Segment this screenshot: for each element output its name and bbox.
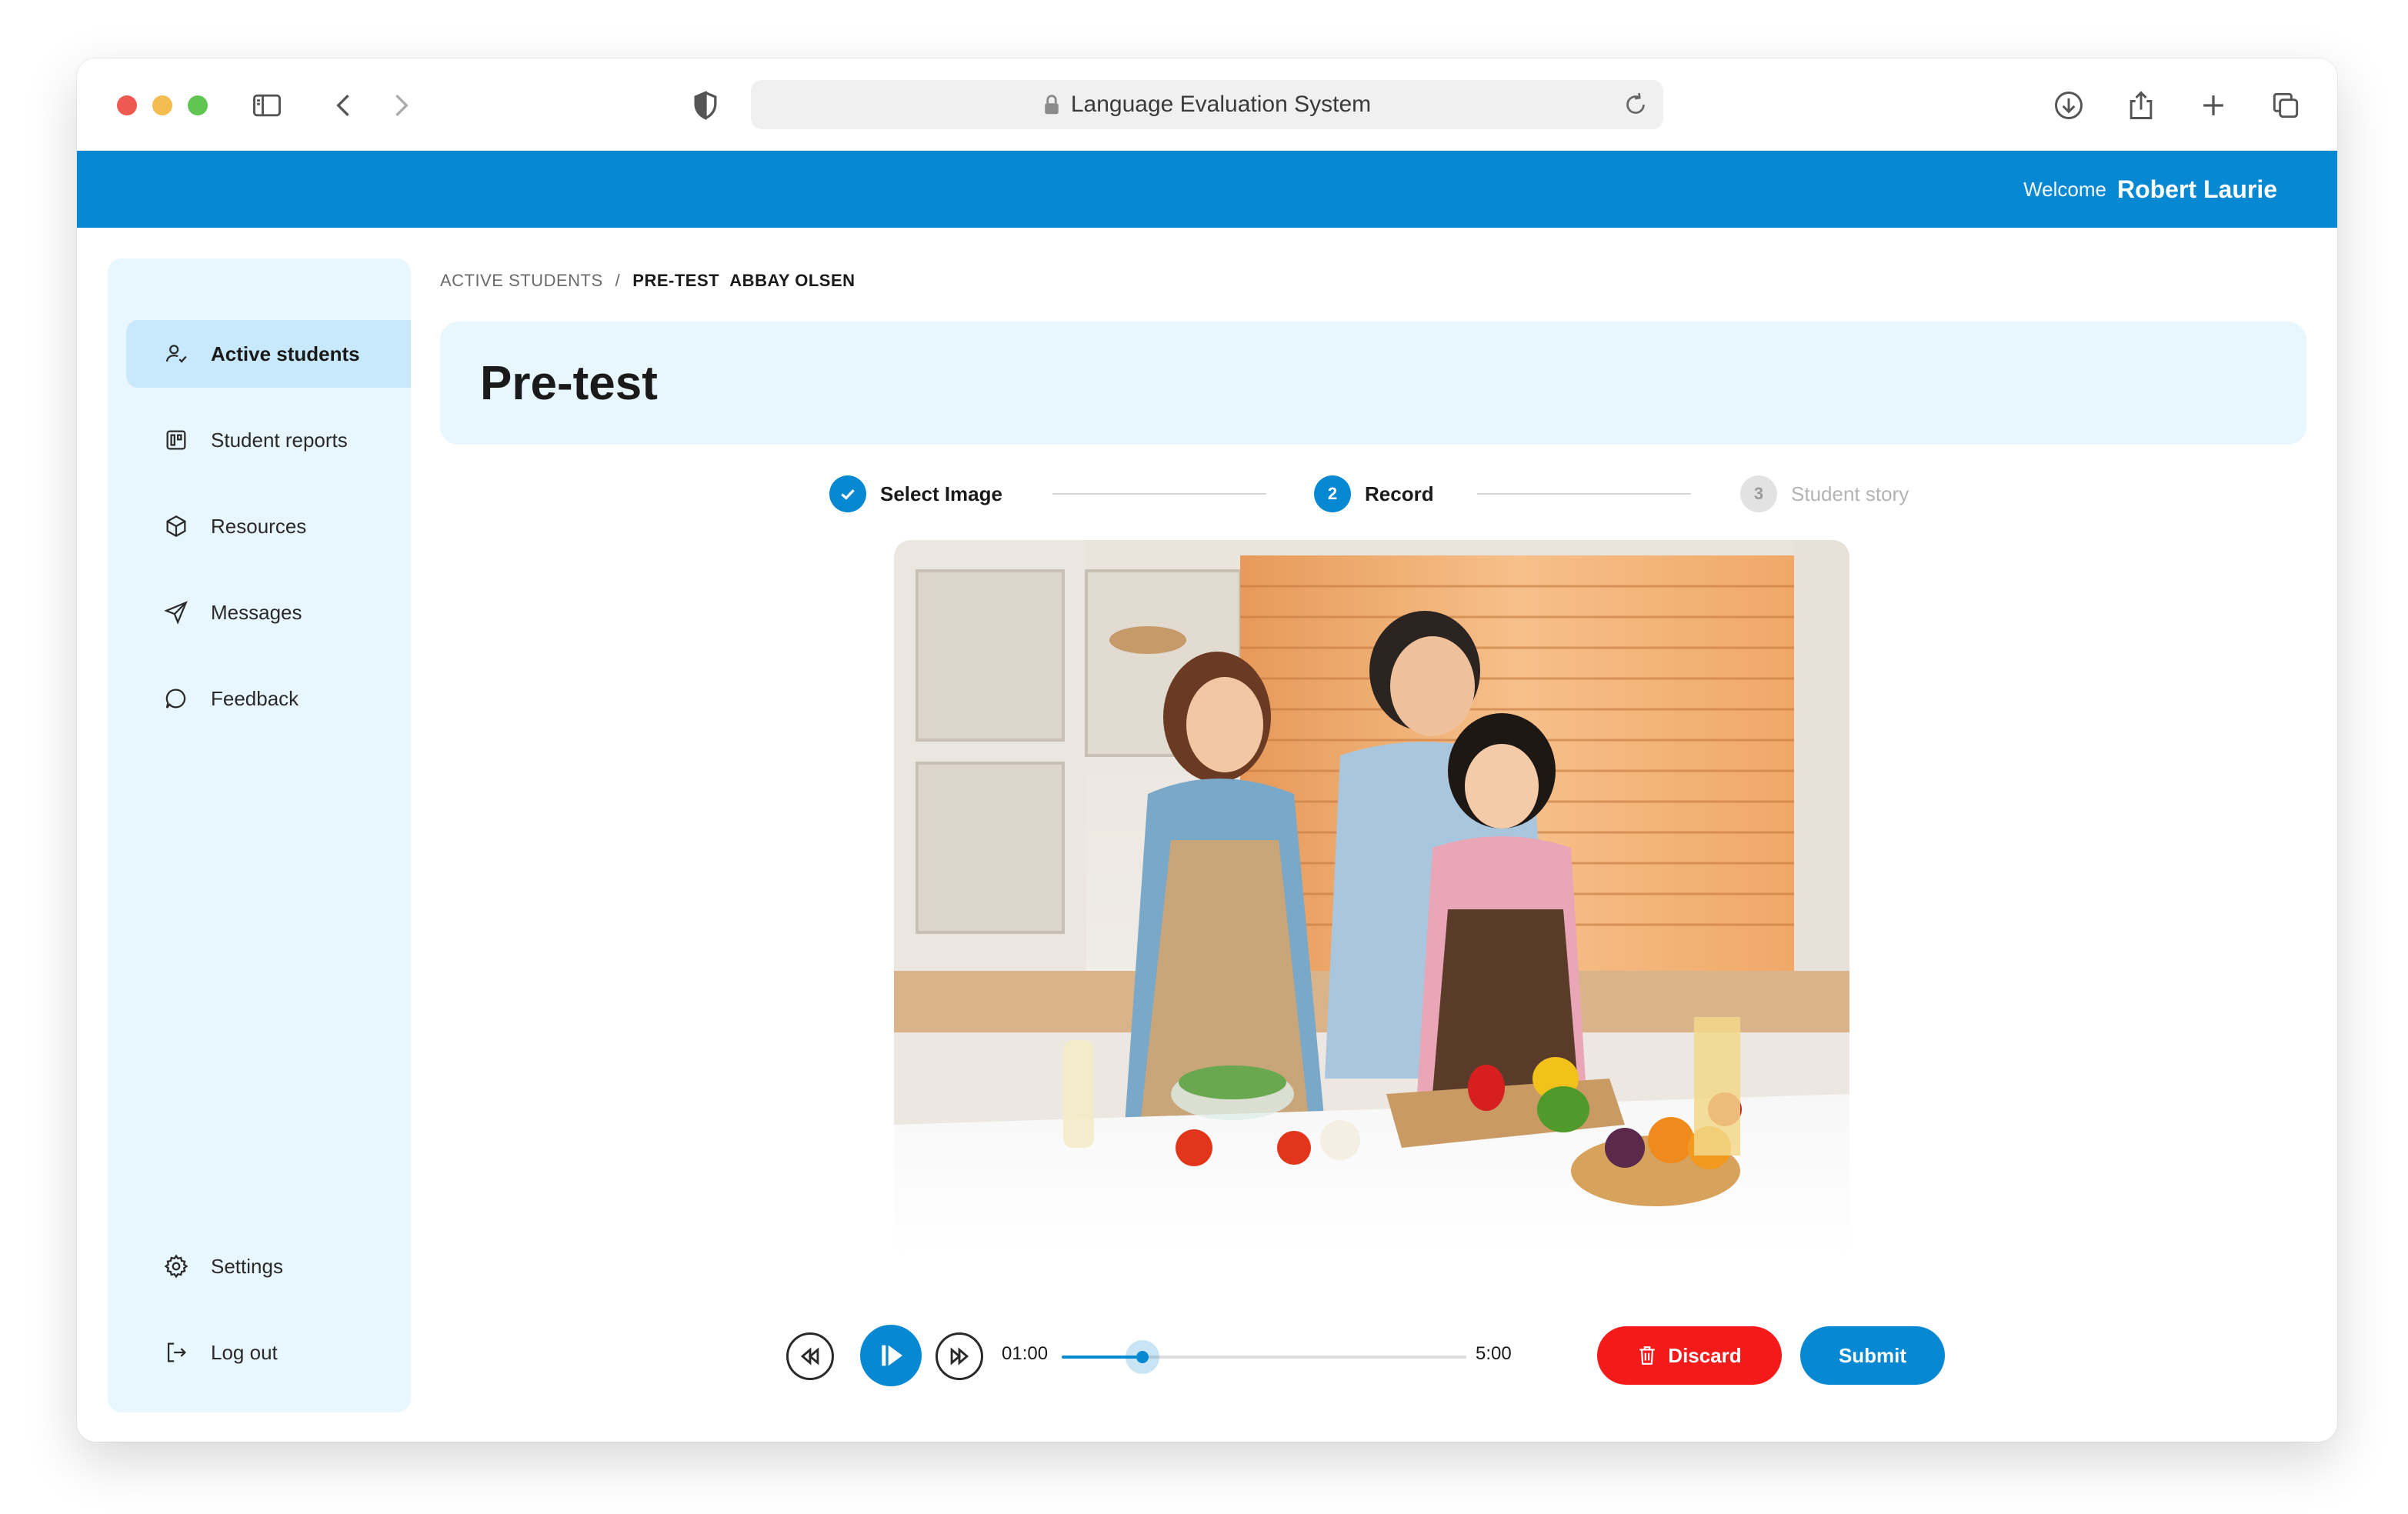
discard-button[interactable]: Discard [1597,1326,1782,1385]
forward-icon[interactable] [382,86,420,125]
sidebar-item-label: Feedback [211,686,299,710]
browser-window: Language Evaluation System Welcome Rober… [77,58,2337,1442]
prompt-image [894,540,1849,1257]
sidebar: Active students Student reports Resource… [108,258,411,1412]
submit-button[interactable]: Submit [1800,1326,1945,1385]
step-select-image[interactable]: Select Image [829,472,1002,515]
play-icon [882,1345,902,1366]
user-name[interactable]: Robert Laurie [2117,175,2277,204]
trash-icon [1639,1346,1655,1365]
sidebar-item-label: Log out [211,1340,278,1364]
step-label: Select Image [880,482,1002,505]
step-student-story[interactable]: 3 Student story [1740,472,1909,515]
play-pause-button[interactable] [860,1325,922,1386]
report-icon [166,430,186,450]
minimize-window-button[interactable] [152,95,172,115]
step-connector [1477,493,1691,495]
app-header: Welcome Robert Laurie [77,151,2337,228]
rewind-button[interactable] [786,1332,834,1380]
shield-icon[interactable] [686,86,725,125]
share-icon[interactable] [2122,86,2160,125]
title-card: Pre-test [440,322,2306,445]
box-icon [166,515,186,538]
current-time: 01:00 [1002,1343,1049,1364]
fast-forward-button[interactable] [936,1332,983,1380]
total-time: 5:00 [1476,1343,1512,1364]
page-title: Pre-test [480,356,658,410]
reload-icon[interactable] [1622,91,1649,118]
sidebar-toggle-icon[interactable] [248,86,286,125]
gear-icon [164,1254,188,1279]
step-label: Student story [1791,482,1909,505]
sidebar-item-log-out[interactable]: Log out [126,1319,411,1386]
breadcrumb-current-name: ABBAY OLSEN [729,271,855,290]
address-text: Language Evaluation System [1070,92,1372,117]
logout-icon [167,1342,186,1362]
browser-toolbar: Language Evaluation System [77,58,2337,151]
discard-label: Discard [1668,1343,1742,1367]
sidebar-item-label: Active students [211,342,360,365]
close-window-button[interactable] [117,95,137,115]
breadcrumb-current-prefix: PRE-TEST [632,271,720,290]
chat-bubble-icon [165,689,186,709]
fast-forward-icon [950,1347,969,1366]
maximize-window-button[interactable] [188,95,208,115]
sidebar-item-resources[interactable]: Resources [126,492,411,560]
tabs-icon[interactable] [2266,86,2305,125]
address-bar[interactable]: Language Evaluation System [751,80,1663,129]
welcome-label: Welcome [2023,177,2106,201]
sidebar-item-label: Settings [211,1254,283,1278]
send-icon [164,601,188,625]
sidebar-item-label: Resources [211,514,307,538]
sidebar-item-messages[interactable]: Messages [126,579,411,646]
step-connector [1052,493,1266,495]
progress-thumb[interactable] [1126,1340,1160,1374]
rewind-icon [800,1347,819,1366]
sidebar-item-student-reports[interactable]: Student reports [126,406,411,474]
sidebar-item-label: Student reports [211,428,348,452]
step-number: 3 [1740,475,1777,512]
check-icon [829,475,866,512]
sidebar-item-feedback[interactable]: Feedback [126,665,411,732]
back-icon[interactable] [325,86,363,125]
sidebar-item-active-students[interactable]: Active students [126,320,411,388]
breadcrumb-separator: / [615,271,621,290]
sidebar-item-label: Messages [211,600,302,624]
step-number: 2 [1314,475,1351,512]
new-tab-icon[interactable] [2194,86,2233,125]
submit-label: Submit [1838,1343,1907,1367]
sidebar-item-settings[interactable]: Settings [126,1232,411,1300]
lock-icon [1045,95,1059,115]
step-record[interactable]: 2 Record [1314,472,1434,515]
progress-slider[interactable] [1062,1340,1466,1374]
step-label: Record [1365,482,1434,505]
breadcrumb: ACTIVE STUDENTS / PRE-TEST ABBAY OLSEN [440,271,855,291]
breadcrumb-root-link[interactable]: ACTIVE STUDENTS [440,271,603,290]
user-check-icon [165,345,187,363]
download-icon[interactable] [2049,86,2088,125]
